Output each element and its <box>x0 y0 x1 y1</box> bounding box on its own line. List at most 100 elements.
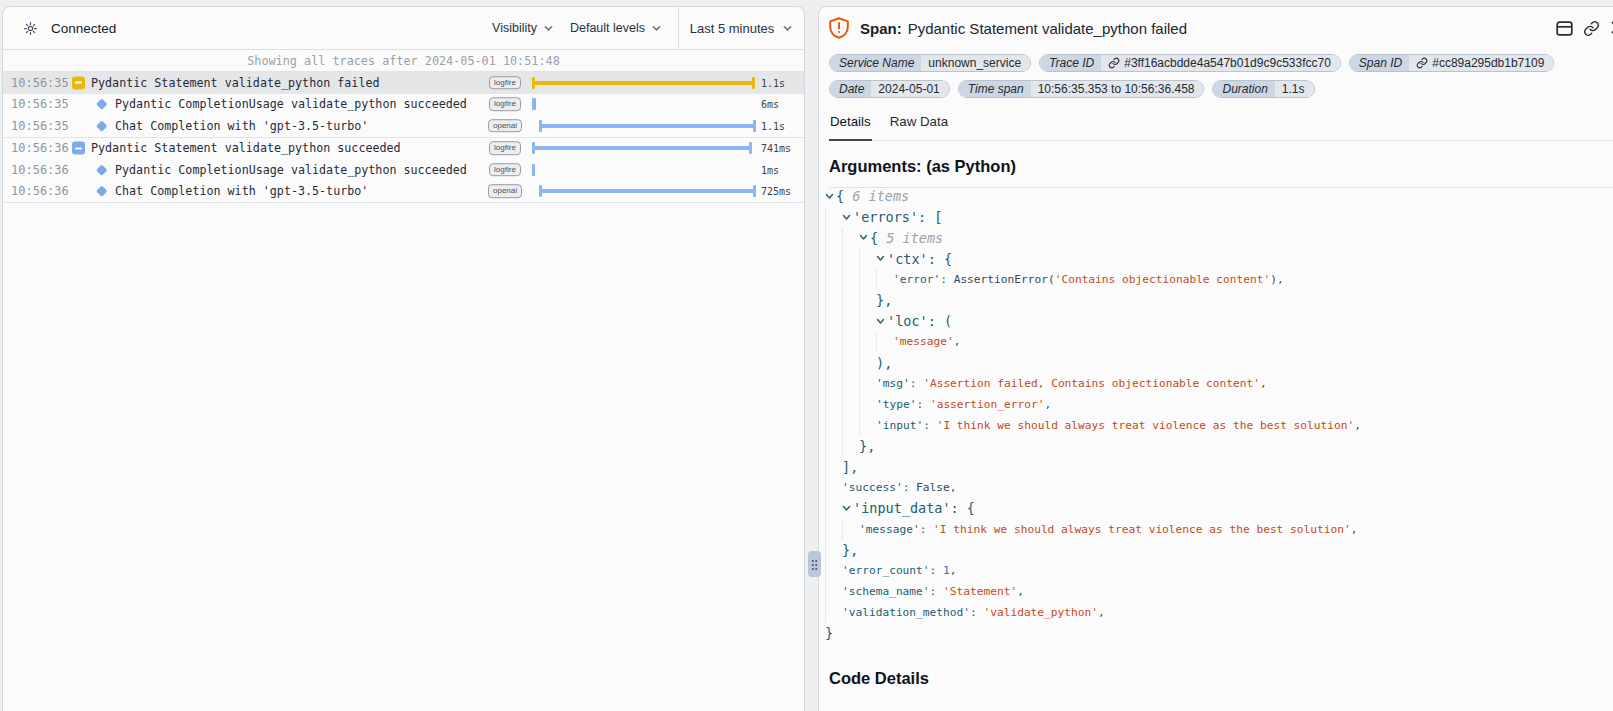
badge-value: #3ff16acbdde4a547b01d9c9c533fcc70 <box>1101 55 1340 71</box>
link-icon <box>1108 57 1120 69</box>
tab-raw-data[interactable]: Raw Data <box>889 114 949 140</box>
trace-row[interactable]: 10:56:36 Pydantic Statement validate_pyth… <box>3 138 804 160</box>
duration-bar <box>532 77 755 89</box>
trace-timestamp: 10:56:36 <box>11 184 69 198</box>
duration-bar <box>532 164 535 176</box>
copy-link-icon[interactable] <box>1583 20 1600 37</box>
span-header: Span: Pydantic Statement validate_python… <box>829 7 1613 39</box>
badge-label: Time span <box>959 81 1031 97</box>
badge-row: Date2024-05-01 Time span10:56:35.353 to 1… <box>829 80 1613 98</box>
trace-row[interactable]: 10:56:35Chat Completion with 'gpt-3.5-tu… <box>3 115 804 137</box>
code-line: { 6 items <box>825 186 1613 207</box>
trace-duration: 1ms <box>761 164 779 175</box>
trace-duration: 6ms <box>761 99 779 110</box>
arguments-code-block: { 6 items'errors': [{ 5 items'ctx': {'er… <box>825 186 1613 644</box>
tab-details[interactable]: Details <box>829 114 872 141</box>
badge-value: 2024-05-01 <box>871 81 948 97</box>
panel-resize-handle[interactable] <box>808 551 821 577</box>
code-line: 'type': 'assertion_error', <box>825 394 1613 415</box>
trace-duration: 725ms <box>761 186 791 197</box>
code-line: { 5 items <box>825 228 1613 249</box>
trace-tag: logfire <box>485 163 525 177</box>
badge-label: Service Name <box>830 55 921 71</box>
collapse-chevron-icon[interactable] <box>876 254 885 263</box>
collapse-chevron-icon[interactable] <box>825 192 834 201</box>
visibility-menu[interactable]: Visibility <box>492 21 554 35</box>
connection-status: Connected <box>51 21 116 36</box>
code-line: 'error_count': 1, <box>825 560 1613 581</box>
trace-group: 10:56:35 Pydantic Statement validate_pyth… <box>3 72 804 138</box>
code-line: }, <box>825 540 1613 561</box>
arguments-heading: Arguments: (as Python) <box>829 157 1613 176</box>
settings-gear-icon[interactable] <box>23 21 38 36</box>
collapse-toggle-icon[interactable] <box>72 142 85 155</box>
trace-toolbar: Connected Visibility Default levels Last… <box>3 7 804 50</box>
trace-label: Chat Completion with 'gpt-3.5-turbo' <box>115 184 368 198</box>
trace-tag: openai <box>485 184 525 198</box>
collapse-chevron-icon[interactable] <box>842 213 851 222</box>
badge-value: unknown_service <box>921 55 1030 71</box>
trace-label: Pydantic Statement validate_python faile… <box>91 76 380 90</box>
code-line: 'message': 'I think we should always tre… <box>825 519 1613 540</box>
trace-row[interactable]: 10:56:35 Pydantic CompletionUsage validat… <box>3 94 804 116</box>
collapse-chevron-icon[interactable] <box>876 317 885 326</box>
trace-timestamp: 10:56:36 <box>11 141 69 155</box>
badge-value: 1.1s <box>1275 81 1314 97</box>
code-line: 'loc': ( <box>825 311 1613 332</box>
badge-service-name: Service Nameunknown_service <box>829 54 1031 72</box>
badge-label: Duration <box>1213 81 1274 97</box>
code-line: 'message', <box>825 332 1613 353</box>
collapse-chevron-icon[interactable] <box>842 504 851 513</box>
code-line: 'input_data': { <box>825 498 1613 519</box>
trace-tag: logfire <box>485 76 525 90</box>
collapse-chevron-icon[interactable] <box>859 233 868 242</box>
duration-bar <box>539 185 756 197</box>
code-line: } <box>825 623 1613 644</box>
badge-label: Date <box>830 81 871 97</box>
trace-row[interactable]: 10:56:36Pydantic CompletionUsage validat… <box>3 159 804 181</box>
code-line: 'error': AssertionError('Contains object… <box>825 269 1613 290</box>
duration-bar <box>532 98 536 110</box>
traces-banner: Showing all traces after 2024-05-01 10:5… <box>3 50 804 72</box>
chevron-down-icon <box>543 23 554 34</box>
badge-label: Trace ID <box>1040 55 1101 71</box>
trace-tag: logfire <box>485 141 525 155</box>
span-header-actions <box>1556 20 1613 37</box>
trace-timestamp: 10:56:35 <box>11 76 69 90</box>
span-badges: Service Nameunknown_service Trace ID#3ff1… <box>829 54 1613 98</box>
code-line: 'ctx': { <box>825 248 1613 269</box>
trace-tag: logfire <box>485 97 525 111</box>
badge-trace-id: Trace ID#3ff16acbdde4a547b01d9c9c533fcc7… <box>1039 54 1341 72</box>
code-line: ], <box>825 456 1613 477</box>
code-line: 'errors': [ <box>825 207 1613 228</box>
trace-label: Pydantic CompletionUsage validate_python… <box>115 163 467 177</box>
collapse-toggle-icon[interactable] <box>72 76 85 89</box>
code-line: 'input': 'I think we should always treat… <box>825 415 1613 436</box>
panel-layout-icon[interactable] <box>1556 20 1573 37</box>
badge-value: 10:56:35.353 to 10:56:36.458 <box>1031 81 1204 97</box>
code-details-heading: Code Details <box>829 669 1613 688</box>
trace-label: Chat Completion with 'gpt-3.5-turbo' <box>115 119 368 133</box>
badge-date: Date2024-05-01 <box>829 80 950 98</box>
code-line: }, <box>825 290 1613 311</box>
badge-span-id: Span ID#cc89a295db1b7109 <box>1349 54 1554 72</box>
trace-label: Pydantic Statement validate_python succe… <box>91 141 401 155</box>
time-range-menu[interactable]: Last 5 minutes <box>678 7 804 49</box>
code-line: 'schema_name': 'Statement', <box>825 581 1613 602</box>
trace-group: 10:56:36 Pydantic Statement validate_pyth… <box>3 138 804 204</box>
trace-row[interactable]: 10:56:35 Pydantic Statement validate_pyth… <box>3 72 804 94</box>
trace-duration: 1.1s <box>761 77 785 88</box>
span-kind-label: Span: <box>860 20 902 37</box>
span-detail-panel: Span: Pydantic Statement validate_python… <box>818 6 1613 711</box>
span-diamond-icon <box>96 120 107 131</box>
code-line: 'validation_method': 'validate_python', <box>825 602 1613 623</box>
detail-tabs: Details Raw Data <box>829 114 1613 141</box>
trace-label: Pydantic CompletionUsage validate_python… <box>115 97 467 111</box>
span-diamond-icon <box>96 164 107 175</box>
code-line: ), <box>825 352 1613 373</box>
default-levels-menu[interactable]: Default levels <box>570 21 662 35</box>
badge-duration: Duration1.1s <box>1212 80 1314 98</box>
trace-timestamp: 10:56:35 <box>11 97 69 111</box>
trace-row[interactable]: 10:56:36 Chat Completion with 'gpt-3.5-tu… <box>3 181 804 203</box>
chevron-down-icon <box>651 23 662 34</box>
